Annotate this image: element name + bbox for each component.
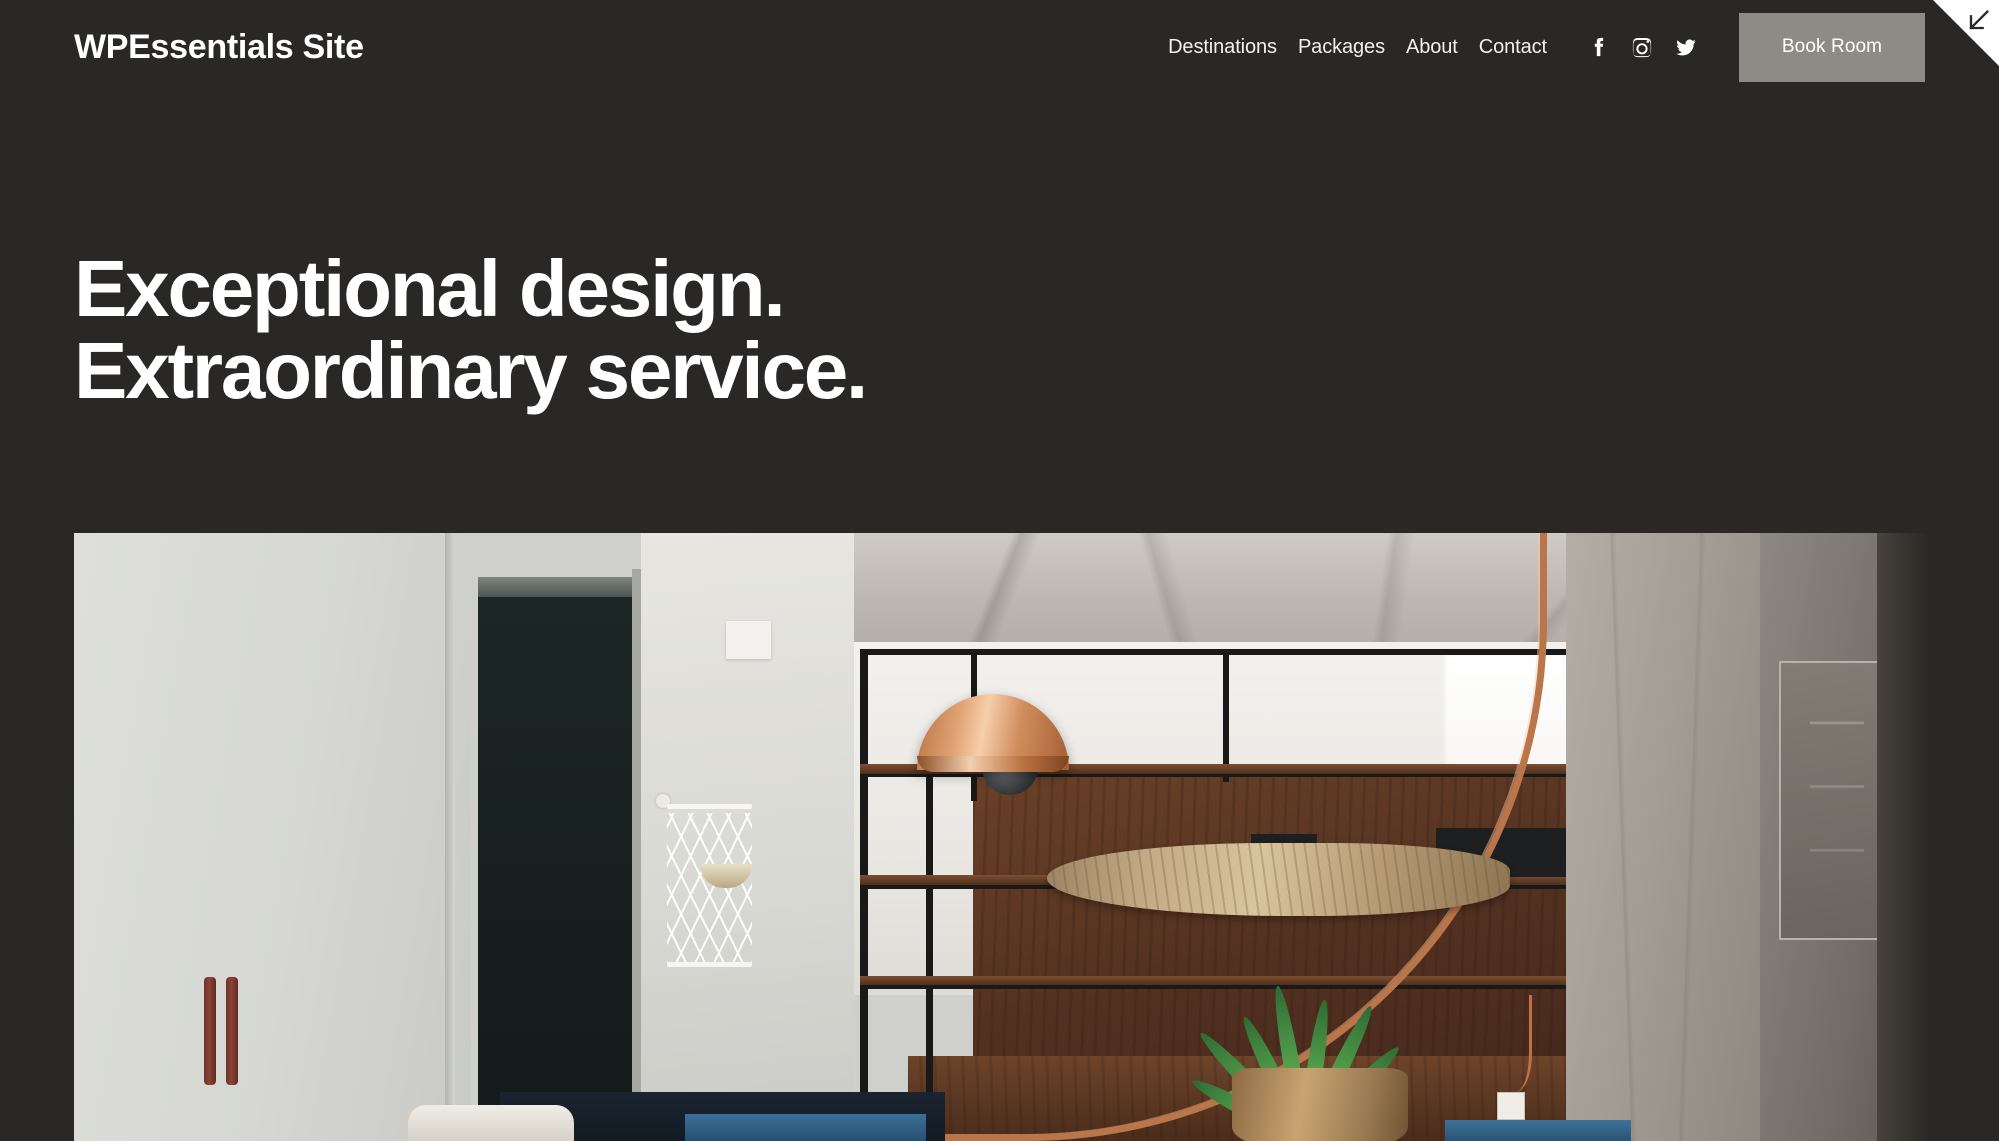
site-title[interactable]: WPEssentials Site — [74, 30, 364, 64]
hero-image — [74, 533, 1927, 1141]
right-dark-edge — [1876, 533, 1927, 1141]
primary-navigation: Destinations Packages About Contact — [1168, 36, 1547, 59]
wardrobe-seam — [444, 533, 455, 1141]
copper-lamp-rim — [917, 755, 1070, 772]
arrow-down-left-icon[interactable] — [1964, 7, 1992, 35]
hero-photo-composition — [74, 533, 1927, 1141]
facebook-icon[interactable] — [1587, 36, 1609, 58]
string-art-weaving — [666, 812, 753, 965]
shelf-frame-vertical — [859, 648, 868, 1141]
leather-door-pull — [203, 976, 216, 1085]
copper-cord — [1492, 995, 1533, 1093]
nav-link-packages[interactable]: Packages — [1298, 36, 1385, 59]
concrete-column — [1565, 533, 1761, 1141]
string-art-rod-bottom — [666, 962, 753, 968]
instagram-icon[interactable] — [1631, 36, 1653, 58]
site-header: WPEssentials Site Destinations Packages … — [0, 0, 1999, 182]
hero-headline-line-2: Extraordinary service. — [74, 326, 868, 416]
header-right-group: Destinations Packages About Contact Book… — [1168, 12, 1925, 82]
wall-outlet — [1497, 1092, 1525, 1120]
page-root: WPEssentials Site Destinations Packages … — [0, 0, 1999, 1141]
blue-bedding-right — [1445, 1119, 1631, 1141]
blue-bedding — [685, 1113, 927, 1141]
wall-niche — [726, 621, 771, 659]
twitter-icon[interactable] — [1675, 36, 1697, 58]
hero-section: Exceptional design. Extraordinary servic… — [74, 244, 1929, 416]
string-art-rod-top — [666, 803, 753, 809]
nav-link-destinations[interactable]: Destinations — [1168, 36, 1277, 59]
nav-link-about[interactable]: About — [1406, 36, 1458, 59]
hero-headline-line-1: Exceptional design. — [74, 244, 786, 333]
wardrobe-wall — [74, 533, 471, 1141]
nav-link-contact[interactable]: Contact — [1479, 36, 1547, 59]
social-links — [1587, 36, 1697, 58]
book-room-button[interactable]: Book Room — [1739, 12, 1925, 82]
leather-door-pull — [225, 976, 238, 1085]
wooden-planter-pot — [1232, 1068, 1409, 1141]
pillow — [407, 1104, 575, 1141]
hero-headline: Exceptional design. Extraordinary servic… — [74, 244, 1929, 416]
dark-doorway — [477, 596, 634, 1141]
